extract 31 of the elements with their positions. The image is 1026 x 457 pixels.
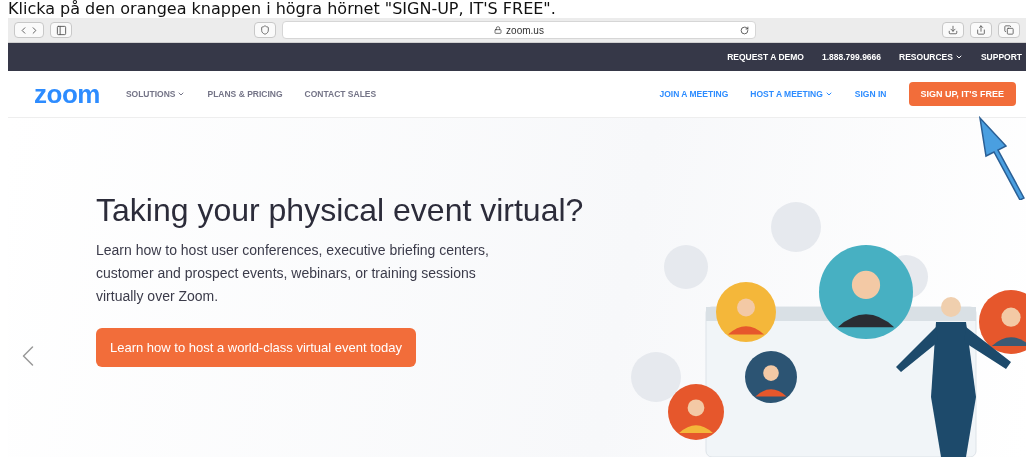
logo[interactable]: zoom <box>34 78 100 110</box>
shield-button[interactable] <box>254 22 276 38</box>
hero-title: Taking your physical event virtual? <box>96 192 585 229</box>
nav-link[interactable]: HOST A MEETING <box>750 89 833 99</box>
address-field[interactable]: zoom.us <box>282 21 756 39</box>
sign-up-button[interactable]: SIGN UP, IT'S FREE <box>908 82 1016 106</box>
nav-link[interactable]: SOLUTIONS <box>125 89 186 99</box>
sidebar-button[interactable] <box>50 22 72 38</box>
reload-icon <box>740 25 749 35</box>
address-text: zoom.us <box>506 24 544 36</box>
hero-description: Learn how to host user conferences, executive briefing centers, customer and prospect events, webinars, or training sessions virtually over Zoom. <box>96 241 490 306</box>
top-bar-link[interactable]: SUPPORT <box>980 52 1022 62</box>
shield-icon <box>260 25 270 35</box>
instruction-caption: Klicka på den orangea knappen i högra hörnet "SIGN-UP, IT'S FREE". <box>7 0 557 18</box>
tabs-icon <box>1004 25 1014 35</box>
nav-link[interactable]: SIGN IN <box>854 89 887 99</box>
download-button[interactable] <box>942 22 964 38</box>
nav-link[interactable]: JOIN A MEETING <box>659 89 729 99</box>
nav-link[interactable]: PLANS & PRICING <box>207 89 283 99</box>
top-bar-link[interactable]: 1.888.799.9666 <box>821 52 882 62</box>
top-bar-link[interactable]: RESOURCES <box>899 52 963 62</box>
back-forward-button[interactable] <box>14 22 44 38</box>
top-bar-link[interactable]: REQUEST A DEMO <box>727 52 804 62</box>
download-icon <box>948 25 958 35</box>
nav-link[interactable]: CONTACT SALES <box>304 89 377 99</box>
sidebar-icon <box>55 24 67 36</box>
tabs-button[interactable] <box>998 22 1020 38</box>
share-button[interactable] <box>970 22 992 38</box>
learn-more-button[interactable]: Learn how to host a world-class virtual event today <box>96 328 416 367</box>
share-icon <box>976 25 986 35</box>
lock-icon <box>494 26 503 34</box>
